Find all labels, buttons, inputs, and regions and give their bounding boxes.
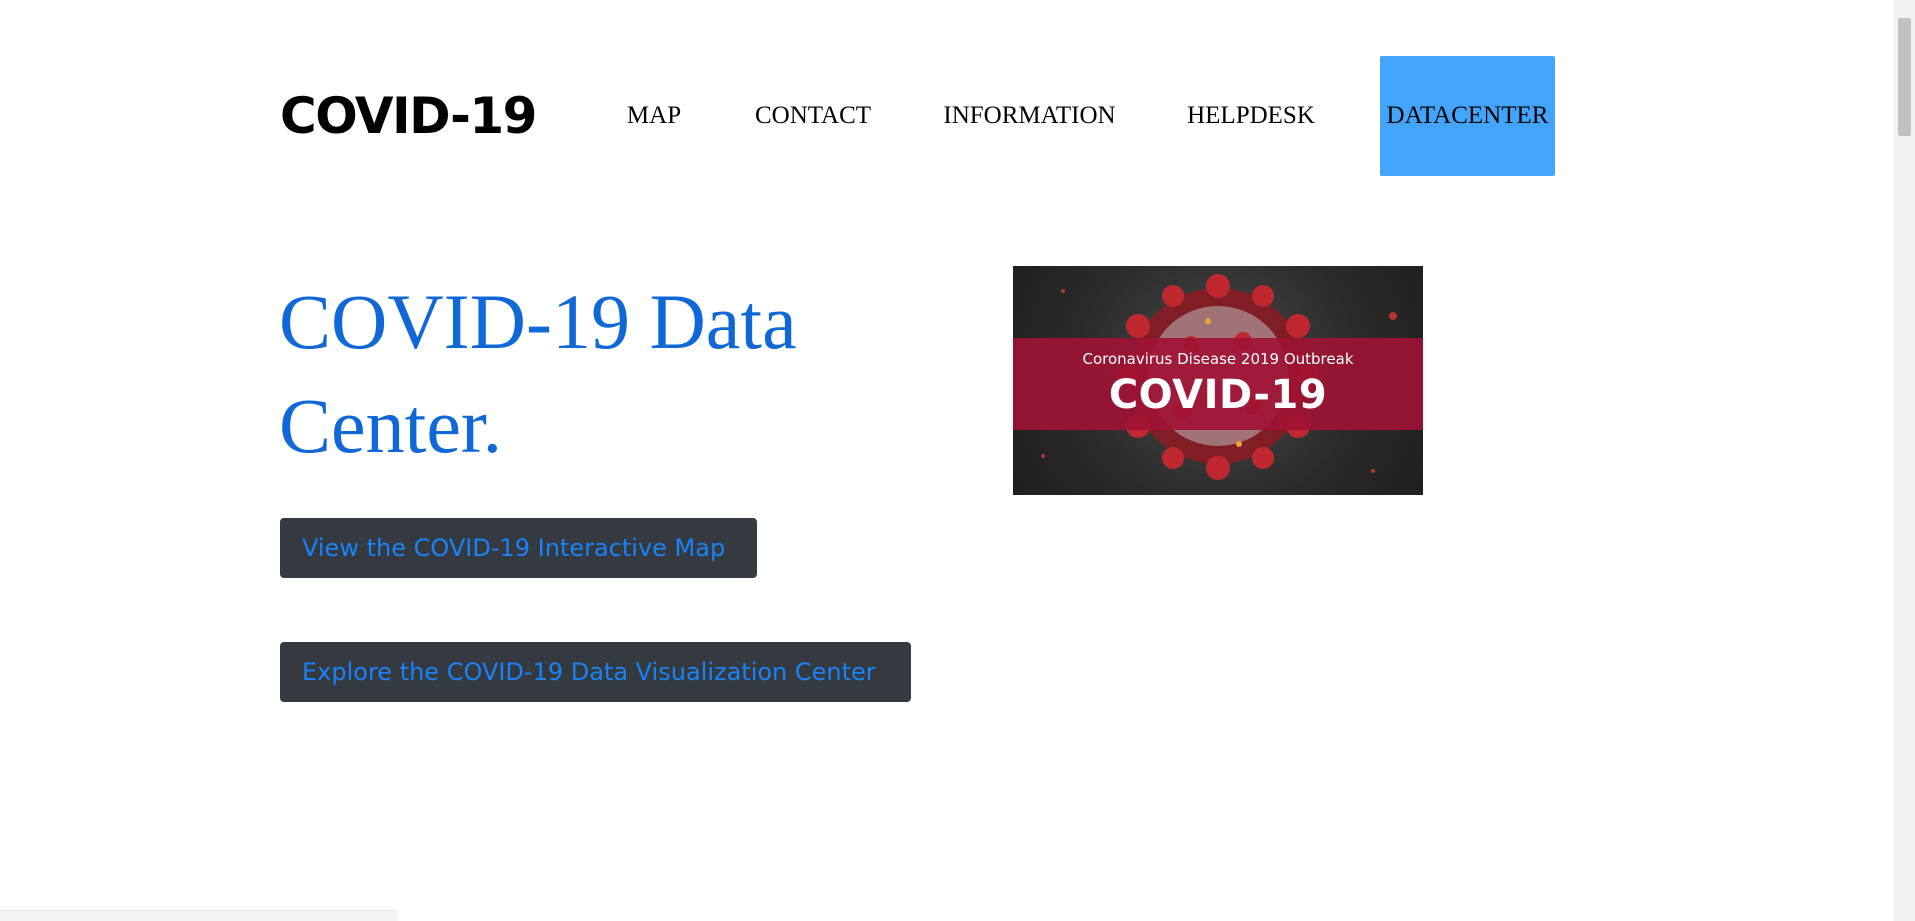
nav-datacenter-link[interactable]: DATACENTER — [1380, 56, 1555, 176]
nav-information-link[interactable]: INFORMATION — [941, 56, 1118, 176]
nav-helpdesk-link[interactable]: HELPDESK — [1183, 56, 1319, 176]
nav-contact-link[interactable]: CONTACT — [751, 56, 875, 176]
page: COVID-19 MAP CONTACT INFORMATION HELPDES… — [0, 0, 1915, 921]
banner-title: COVID-19 — [1108, 372, 1328, 418]
explore-data-visualization-button[interactable]: Explore the COVID-19 Data Visualization … — [280, 642, 911, 702]
view-interactive-map-button[interactable]: View the COVID-19 Interactive Map — [280, 518, 757, 578]
nav-map-link[interactable]: MAP — [618, 56, 690, 176]
banner-subtitle: Coronavirus Disease 2019 Outbreak — [1082, 350, 1354, 368]
covid-banner-image: Coronavirus Disease 2019 Outbreak COVID-… — [1013, 266, 1423, 495]
page-headline: COVID-19 Data Center. — [279, 278, 797, 469]
scrollbar-thumb[interactable] — [1898, 18, 1911, 136]
site-logo[interactable]: COVID-19 — [280, 82, 537, 150]
bottom-status-bar — [0, 910, 398, 921]
vertical-scrollbar[interactable] — [1894, 0, 1915, 921]
